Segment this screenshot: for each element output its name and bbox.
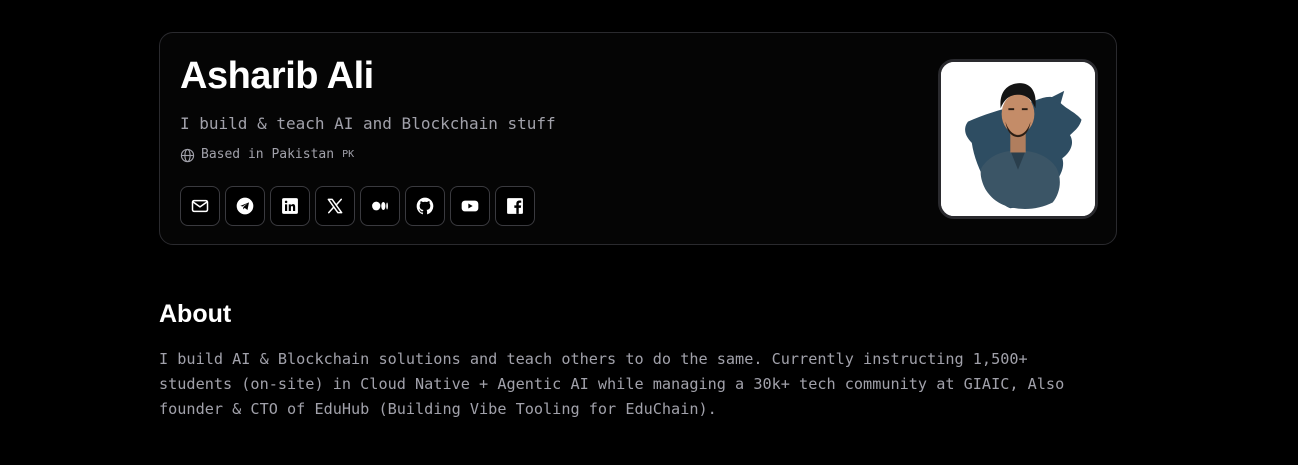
- location: Based in Pakistan PK: [180, 146, 354, 164]
- page: Asharib Ali I build & teach AI and Block…: [0, 0, 1298, 465]
- facebook-button[interactable]: [495, 186, 535, 226]
- avatar: [938, 59, 1098, 219]
- youtube-icon: [461, 200, 479, 212]
- profile-name: Asharib Ali: [180, 55, 374, 97]
- github-icon: [416, 197, 434, 215]
- mail-icon: [191, 199, 209, 213]
- x-button[interactable]: [315, 186, 355, 226]
- profile-card: Asharib Ali I build & teach AI and Block…: [159, 32, 1117, 245]
- telegram-icon: [236, 197, 254, 215]
- x-icon: [327, 198, 343, 214]
- email-button[interactable]: [180, 186, 220, 226]
- about-line: founder & CTO of EduHub (Building Vibe T…: [159, 400, 717, 418]
- profile-tagline: I build & teach AI and Blockchain stuff: [180, 114, 556, 133]
- medium-button[interactable]: [360, 186, 400, 226]
- facebook-icon: [507, 198, 523, 214]
- about-line: I build AI & Blockchain solutions and te…: [159, 350, 1028, 368]
- country-code: PK: [342, 149, 355, 160]
- about-heading: About: [159, 300, 232, 328]
- medium-icon: [372, 201, 388, 211]
- location-text: Based in Pakistan: [201, 147, 335, 162]
- profile-photo: [941, 62, 1095, 216]
- social-links: [180, 186, 535, 226]
- telegram-button[interactable]: [225, 186, 265, 226]
- youtube-button[interactable]: [450, 186, 490, 226]
- about-text: I build AI & Blockchain solutions and te…: [159, 347, 1139, 422]
- linkedin-button[interactable]: [270, 186, 310, 226]
- github-button[interactable]: [405, 186, 445, 226]
- globe-icon: [180, 148, 195, 163]
- linkedin-icon: [282, 198, 298, 214]
- about-line: students (on-site) in Cloud Native + Age…: [159, 375, 1065, 393]
